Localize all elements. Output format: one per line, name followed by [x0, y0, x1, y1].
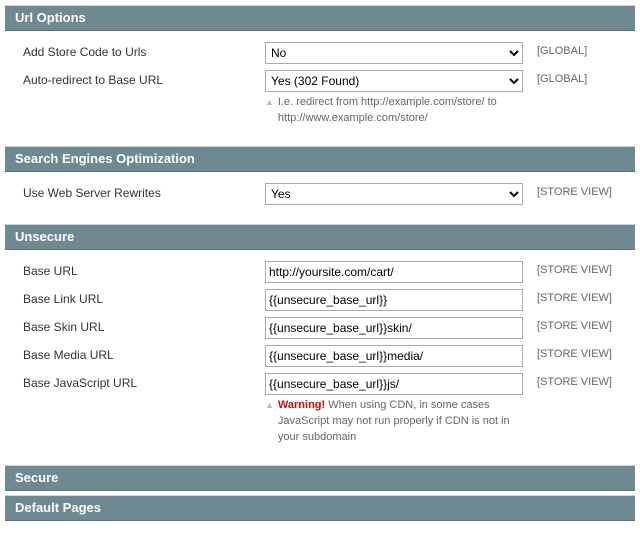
- field-row: Base URL [STORE VIEW]: [5, 258, 635, 286]
- scope-label: [STORE VIEW]: [525, 289, 625, 304]
- field-cell: [265, 317, 525, 339]
- field-cell: No: [265, 42, 525, 64]
- select-add-store-code[interactable]: No: [265, 42, 523, 64]
- section-body: Use Web Server Rewrites Yes [STORE VIEW]: [5, 172, 635, 214]
- section-seo: Search Engines Optimization Use Web Serv…: [5, 146, 635, 214]
- label-rewrites: Use Web Server Rewrites: [5, 183, 265, 200]
- scope-label: [STORE VIEW]: [525, 373, 625, 388]
- input-base-js-url[interactable]: [265, 373, 523, 395]
- label-base-link-url: Base Link URL: [5, 289, 265, 306]
- select-auto-redirect[interactable]: Yes (302 Found): [265, 70, 523, 92]
- section-url-options: Url Options Add Store Code to Urls No [G…: [5, 5, 635, 136]
- hint-text: Warning! When using CDN, in some cases J…: [278, 398, 525, 446]
- scope-label: [STORE VIEW]: [525, 317, 625, 332]
- triangle-up-icon: ▲: [265, 95, 274, 127]
- hint-auto-redirect: ▲ I.e. redirect from http://example.com/…: [265, 95, 525, 127]
- scope-label: [STORE VIEW]: [525, 261, 625, 276]
- field-cell: Yes: [265, 183, 525, 205]
- section-header-url-options[interactable]: Url Options: [5, 6, 635, 31]
- label-auto-redirect: Auto-redirect to Base URL: [5, 70, 265, 87]
- field-row: Base Media URL [STORE VIEW]: [5, 342, 635, 370]
- label-base-js-url: Base JavaScript URL: [5, 373, 265, 390]
- hint-text: I.e. redirect from http://example.com/st…: [278, 95, 525, 127]
- label-base-media-url: Base Media URL: [5, 345, 265, 362]
- field-row: Base JavaScript URL ▲ Warning! When usin…: [5, 370, 635, 449]
- hint-base-js-url: ▲ Warning! When using CDN, in some cases…: [265, 398, 525, 446]
- label-base-url: Base URL: [5, 261, 265, 278]
- field-cell: [265, 345, 525, 367]
- label-base-skin-url: Base Skin URL: [5, 317, 265, 334]
- field-row: Base Link URL [STORE VIEW]: [5, 286, 635, 314]
- input-base-url[interactable]: [265, 261, 523, 283]
- section-header-default-pages[interactable]: Default Pages: [5, 495, 635, 521]
- section-header-unsecure[interactable]: Unsecure: [5, 225, 635, 250]
- field-row: Use Web Server Rewrites Yes [STORE VIEW]: [5, 180, 635, 208]
- scope-label: [STORE VIEW]: [525, 183, 625, 198]
- field-cell: Yes (302 Found) ▲ I.e. redirect from htt…: [265, 70, 525, 127]
- section-body: Add Store Code to Urls No [GLOBAL] Auto-…: [5, 31, 635, 136]
- section-body: Base URL [STORE VIEW] Base Link URL [STO…: [5, 250, 635, 455]
- section-header-seo[interactable]: Search Engines Optimization: [5, 147, 635, 172]
- field-row: Base Skin URL [STORE VIEW]: [5, 314, 635, 342]
- input-base-skin-url[interactable]: [265, 317, 523, 339]
- input-base-media-url[interactable]: [265, 345, 523, 367]
- warning-label: Warning!: [278, 399, 325, 411]
- triangle-up-icon: ▲: [265, 398, 274, 446]
- field-row: Auto-redirect to Base URL Yes (302 Found…: [5, 67, 635, 130]
- scope-label: [STORE VIEW]: [525, 345, 625, 360]
- field-cell: ▲ Warning! When using CDN, in some cases…: [265, 373, 525, 446]
- input-base-link-url[interactable]: [265, 289, 523, 311]
- scope-label: [GLOBAL]: [525, 70, 625, 85]
- field-cell: [265, 289, 525, 311]
- field-row: Add Store Code to Urls No [GLOBAL]: [5, 39, 635, 67]
- select-rewrites[interactable]: Yes: [265, 183, 523, 205]
- scope-label: [GLOBAL]: [525, 42, 625, 57]
- section-header-secure[interactable]: Secure: [5, 465, 635, 491]
- label-add-store-code: Add Store Code to Urls: [5, 42, 265, 59]
- field-cell: [265, 261, 525, 283]
- section-unsecure: Unsecure Base URL [STORE VIEW] Base Link…: [5, 224, 635, 455]
